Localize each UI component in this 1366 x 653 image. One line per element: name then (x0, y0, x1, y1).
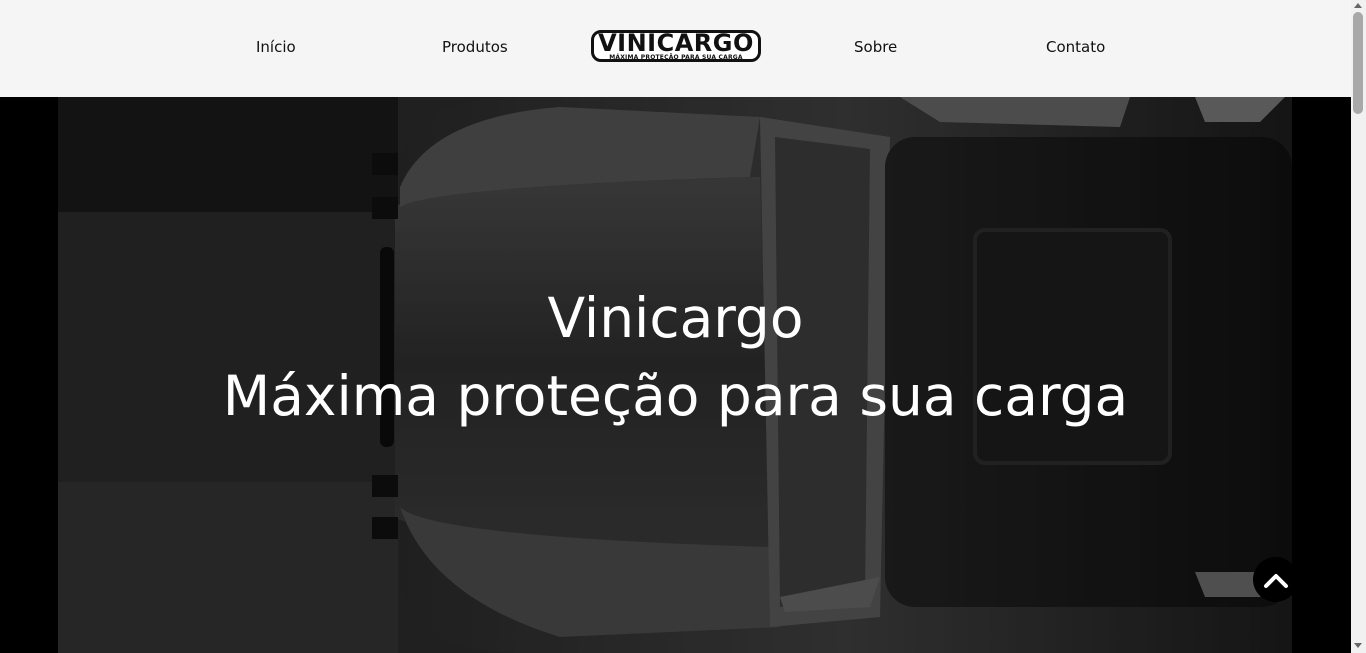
logo-tagline: MÁXIMA PROTEÇÃO PARA SUA CARGA (609, 54, 743, 61)
nav-link-contato[interactable]: Contato (1046, 38, 1105, 56)
nav-link-inicio[interactable]: Início (256, 38, 296, 56)
logo-name: VINICARGO (598, 29, 754, 57)
scrollbar-thumb[interactable] (1353, 12, 1363, 114)
nav-link-produtos[interactable]: Produtos (442, 38, 508, 56)
hero-title: Vinicargo (547, 286, 804, 350)
scroll-down-arrow-icon[interactable] (1354, 643, 1362, 648)
site-header: Início Produtos VINICARGO MÁXIMA PROTEÇÃ… (0, 0, 1351, 97)
hero-banner: Vinicargo Máxima proteção para sua carga (0, 97, 1351, 653)
nav-link-sobre[interactable]: Sobre (854, 38, 897, 56)
chevron-up-icon (1263, 573, 1288, 588)
hero-subtitle: Máxima proteção para sua carga (222, 364, 1129, 428)
brand-logo[interactable]: VINICARGO MÁXIMA PROTEÇÃO PARA SUA CARGA (591, 29, 761, 63)
page-scrollbar[interactable] (1351, 0, 1366, 653)
hero-heading: Vinicargo Máxima proteção para sua carga (0, 279, 1351, 435)
back-to-top-button[interactable] (1253, 557, 1298, 602)
scroll-up-arrow-icon[interactable] (1354, 3, 1362, 8)
